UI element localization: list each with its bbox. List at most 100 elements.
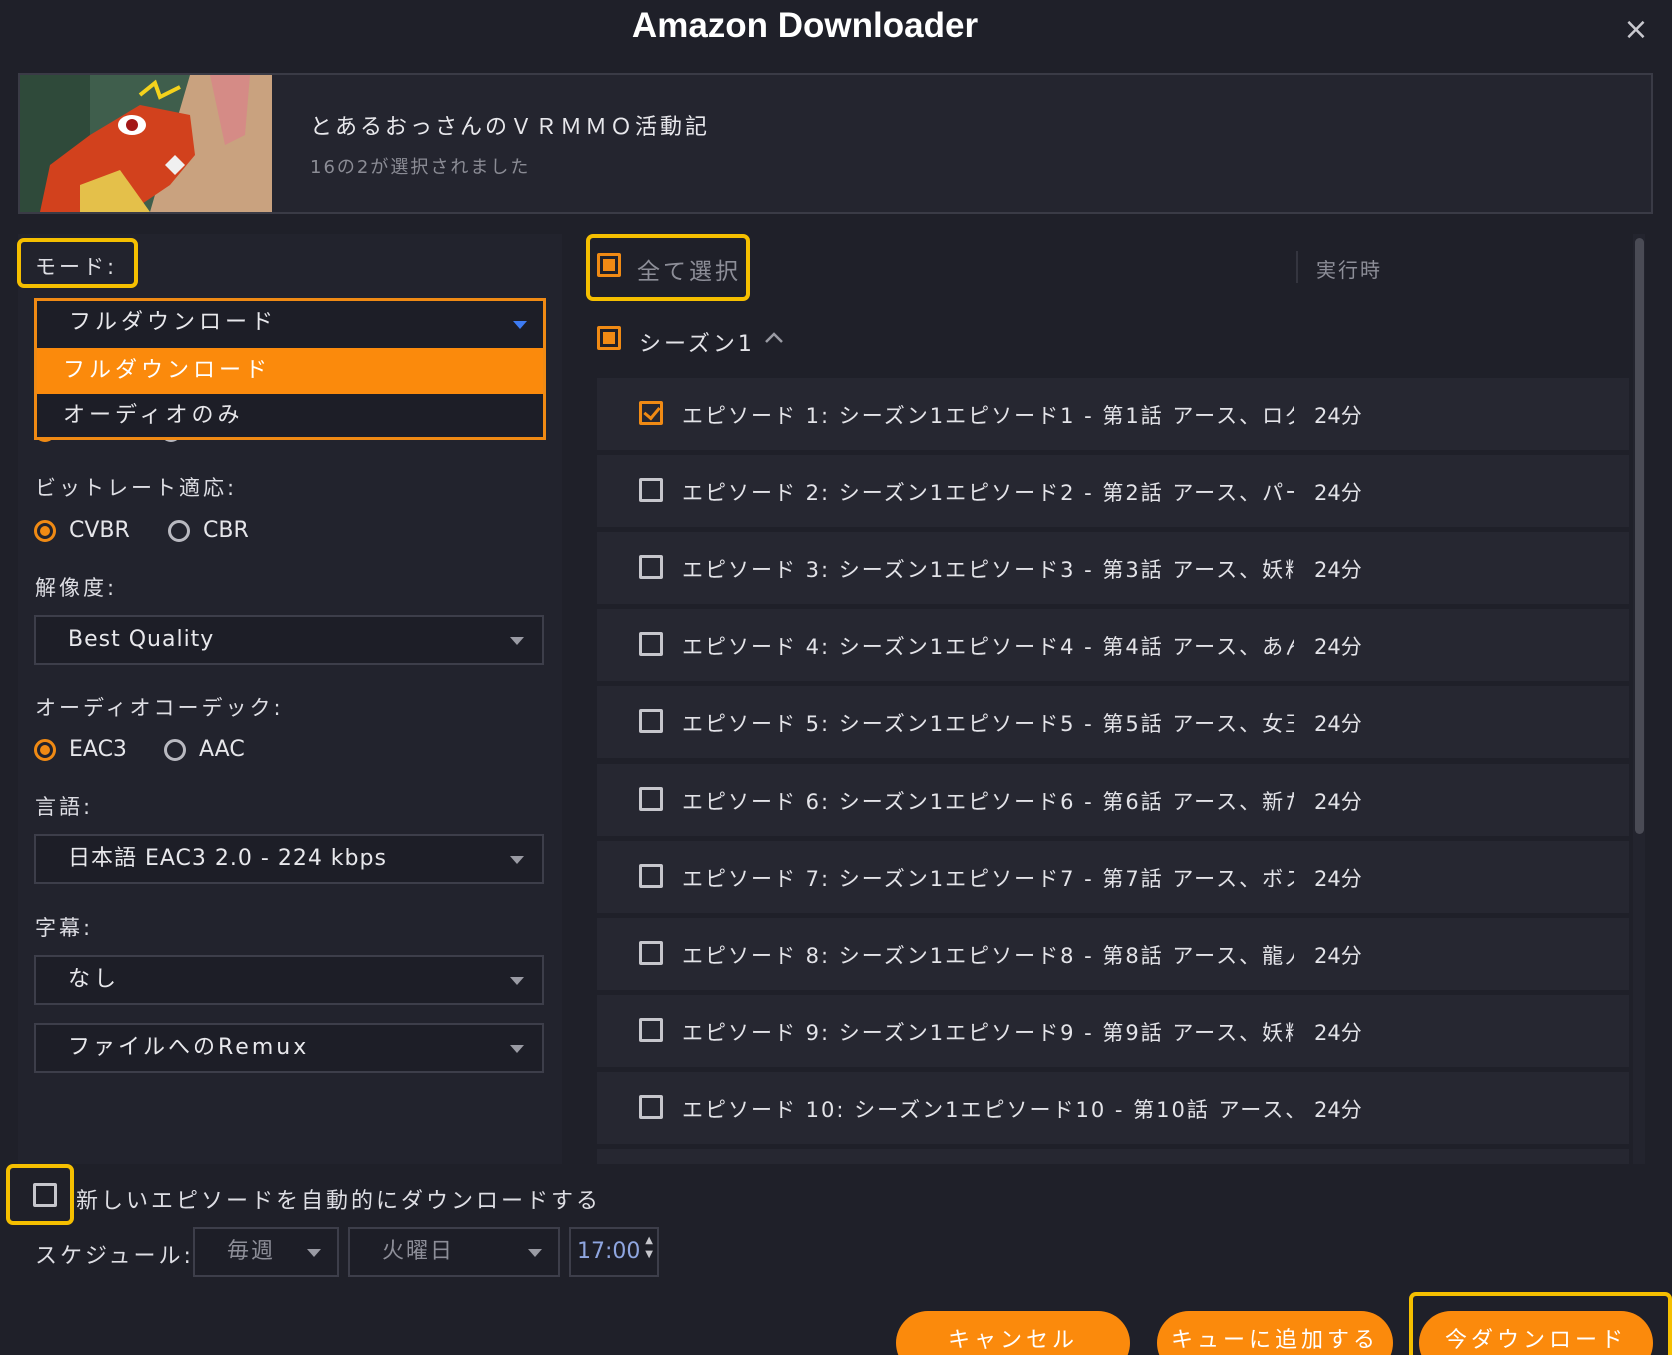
episode-duration: 24分 (1314, 1098, 1362, 1122)
checkbox-empty-icon[interactable] (639, 709, 663, 733)
chevron-down-icon (528, 1249, 542, 1257)
selection-status: 16の2が選択されました (310, 157, 531, 178)
chevron-down-icon (510, 1045, 524, 1053)
language-select[interactable]: 日本語 EAC3 2.0 - 224 kbps (34, 834, 544, 884)
language-value: 日本語 EAC3 2.0 - 224 kbps (68, 846, 387, 871)
episode-title: エピソード 4: シーズン1エピソード4 - 第4話 アース、あん (682, 635, 1294, 659)
radio-selected-icon (34, 739, 56, 761)
add-to-queue-button[interactable]: キューに追加する (1157, 1311, 1393, 1355)
close-icon[interactable]: × (1620, 14, 1652, 46)
mode-current-value: フルダウンロード (69, 310, 278, 335)
episode-row[interactable]: エピソード 6: シーズン1エピソード6 - 第6話 アース、新た 24分 (597, 764, 1629, 836)
season-label: シーズン1 (639, 332, 755, 357)
episode-duration: 24分 (1314, 1021, 1362, 1045)
episode-duration: 24分 (1314, 481, 1362, 505)
episode-title: エピソード 7: シーズン1エピソード7 - 第7話 アース、ボス (682, 867, 1294, 891)
episode-title: エピソード 3: シーズン1エピソード3 - 第3話 アース、妖精 (682, 558, 1294, 582)
language-label: 言語: (35, 795, 94, 819)
checkbox-empty-icon[interactable] (639, 632, 663, 656)
checkbox-empty-icon[interactable] (639, 1095, 663, 1119)
chevron-down-icon (510, 977, 524, 985)
download-now-button[interactable]: 今ダウンロード (1419, 1311, 1653, 1355)
bitrate-label: ビットレート適応: (35, 476, 238, 500)
schedule-day-value: 火曜日 (382, 1239, 455, 1264)
mode-select[interactable]: フルダウンロード (37, 301, 543, 347)
schedule-frequency-select[interactable]: 毎週 (193, 1227, 339, 1277)
episode-row[interactable]: エピソード 8: シーズン1エピソード8 - 第8話 アース、龍人 24分 (597, 918, 1629, 990)
episode-title: エピソード 1: シーズン1エピソード1 - 第1話 アース、ログ (682, 404, 1294, 428)
stepper-arrows-icon[interactable]: ▲ ▼ (645, 1234, 653, 1262)
bitrate-cvbr-radio[interactable]: CVBR (34, 518, 130, 543)
checkbox-empty-icon[interactable] (639, 1018, 663, 1042)
subtitle-select[interactable]: なし (34, 955, 544, 1005)
schedule-frequency-value: 毎週 (227, 1239, 276, 1264)
mode-option-audio[interactable]: オーディオのみ (37, 393, 543, 439)
audio-eac3-label: EAC3 (69, 737, 127, 762)
episode-title: エピソード 9: シーズン1エピソード9 - 第9話 アース、妖精 (682, 1021, 1294, 1045)
mode-option-full[interactable]: フルダウンロード (37, 348, 543, 394)
checkbox-checked-icon[interactable] (639, 401, 663, 425)
episode-row[interactable]: エピソード 4: シーズン1エピソード4 - 第4話 アース、あん 24分 (597, 609, 1629, 681)
select-all-label[interactable]: 全て選択 (637, 252, 741, 286)
show-header: とあるおっさんのＶＲＭＭＯ活動記 16の2が選択されました (18, 73, 1653, 214)
checkbox-empty-icon[interactable] (639, 864, 663, 888)
mode-label: モード: (35, 255, 118, 279)
season-checkbox[interactable] (597, 326, 621, 350)
audio-eac3-radio[interactable]: EAC3 (34, 737, 127, 762)
column-divider (1296, 251, 1298, 283)
episode-row[interactable]: エピソード 7: シーズン1エピソード7 - 第7話 アース、ボス 24分 (597, 841, 1629, 913)
runtime-column-header: 実行時 (1316, 258, 1382, 282)
subtitle-output-value: ファイルへのRemux (68, 1035, 310, 1060)
chevron-down-icon (510, 637, 524, 645)
checkbox-empty-icon[interactable] (639, 787, 663, 811)
window-title: Amazon Downloader (631, 6, 979, 45)
radio-empty-icon (164, 739, 186, 761)
checkbox-empty-icon[interactable] (639, 478, 663, 502)
episode-row[interactable]: エピソード 1: シーズン1エピソード1 - 第1話 アース、ログ 24分 (597, 378, 1629, 450)
cancel-button[interactable]: キャンセル (896, 1311, 1130, 1355)
bitrate-cvbr-label: CVBR (69, 518, 130, 543)
resolution-value: Best Quality (68, 627, 215, 652)
chevron-down-icon (510, 856, 524, 864)
episode-row[interactable]: エピソード 2: シーズン1エピソード2 - 第2話 アース、パー 24分 (597, 455, 1629, 527)
episode-duration: 24分 (1314, 712, 1362, 736)
episode-title: エピソード 5: シーズン1エピソード5 - 第5話 アース、女王 (682, 712, 1294, 736)
bitrate-cbr-label: CBR (203, 518, 249, 543)
schedule-time-stepper[interactable]: 17:00 ▲ ▼ (569, 1227, 659, 1277)
show-thumbnail (20, 75, 272, 212)
checkbox-empty-icon[interactable] (639, 555, 663, 579)
bitrate-cbr-radio[interactable]: CBR (168, 518, 249, 543)
resolution-select[interactable]: Best Quality (34, 615, 544, 665)
chevron-up-icon[interactable] (762, 328, 786, 348)
episode-row[interactable]: エピソード 3: シーズン1エピソード3 - 第3話 アース、妖精 24分 (597, 532, 1629, 604)
radio-empty-icon (168, 520, 190, 542)
auto-download-label: 新しいエピソードを自動的にダウンロードする (76, 1189, 602, 1214)
scrollbar-thumb[interactable] (1635, 238, 1644, 834)
schedule-day-select[interactable]: 火曜日 (348, 1227, 560, 1277)
episode-title: エピソード 6: シーズン1エピソード6 - 第6話 アース、新た (682, 790, 1294, 814)
checkbox-partial-icon (597, 326, 621, 350)
checkbox-empty-icon[interactable] (639, 941, 663, 965)
auto-download-checkbox[interactable] (33, 1183, 57, 1207)
checkbox-partial-icon (597, 253, 621, 277)
subtitle-output-select[interactable]: ファイルへのRemux (34, 1023, 544, 1073)
chevron-down-icon (513, 321, 527, 329)
episode-duration: 24分 (1314, 635, 1362, 659)
list-bottom-peek (597, 1149, 1629, 1164)
episode-row[interactable]: エピソード 10: シーズン1エピソード10 - 第10話 アース、 24分 (597, 1072, 1629, 1144)
episode-row[interactable]: エピソード 9: シーズン1エピソード9 - 第9話 アース、妖精 24分 (597, 995, 1629, 1067)
chevron-down-icon (307, 1249, 321, 1257)
subtitle-value: なし (68, 967, 121, 992)
select-all-checkbox[interactable] (597, 253, 621, 277)
checkbox-empty-icon (33, 1183, 57, 1207)
episode-title: エピソード 2: シーズン1エピソード2 - 第2話 アース、パー (682, 481, 1294, 505)
audio-aac-radio[interactable]: AAC (164, 737, 245, 762)
episode-duration: 24分 (1314, 867, 1362, 891)
episode-duration: 24分 (1314, 558, 1362, 582)
schedule-label: スケジュール: (35, 1244, 194, 1269)
episode-duration: 24分 (1314, 944, 1362, 968)
radio-selected-icon (34, 520, 56, 542)
episode-row[interactable]: エピソード 5: シーズン1エピソード5 - 第5話 アース、女王 24分 (597, 686, 1629, 758)
audio-codec-label: オーディオコーデック: (35, 696, 284, 720)
mode-dropdown[interactable]: フルダウンロード フルダウンロード オーディオのみ (34, 298, 546, 440)
